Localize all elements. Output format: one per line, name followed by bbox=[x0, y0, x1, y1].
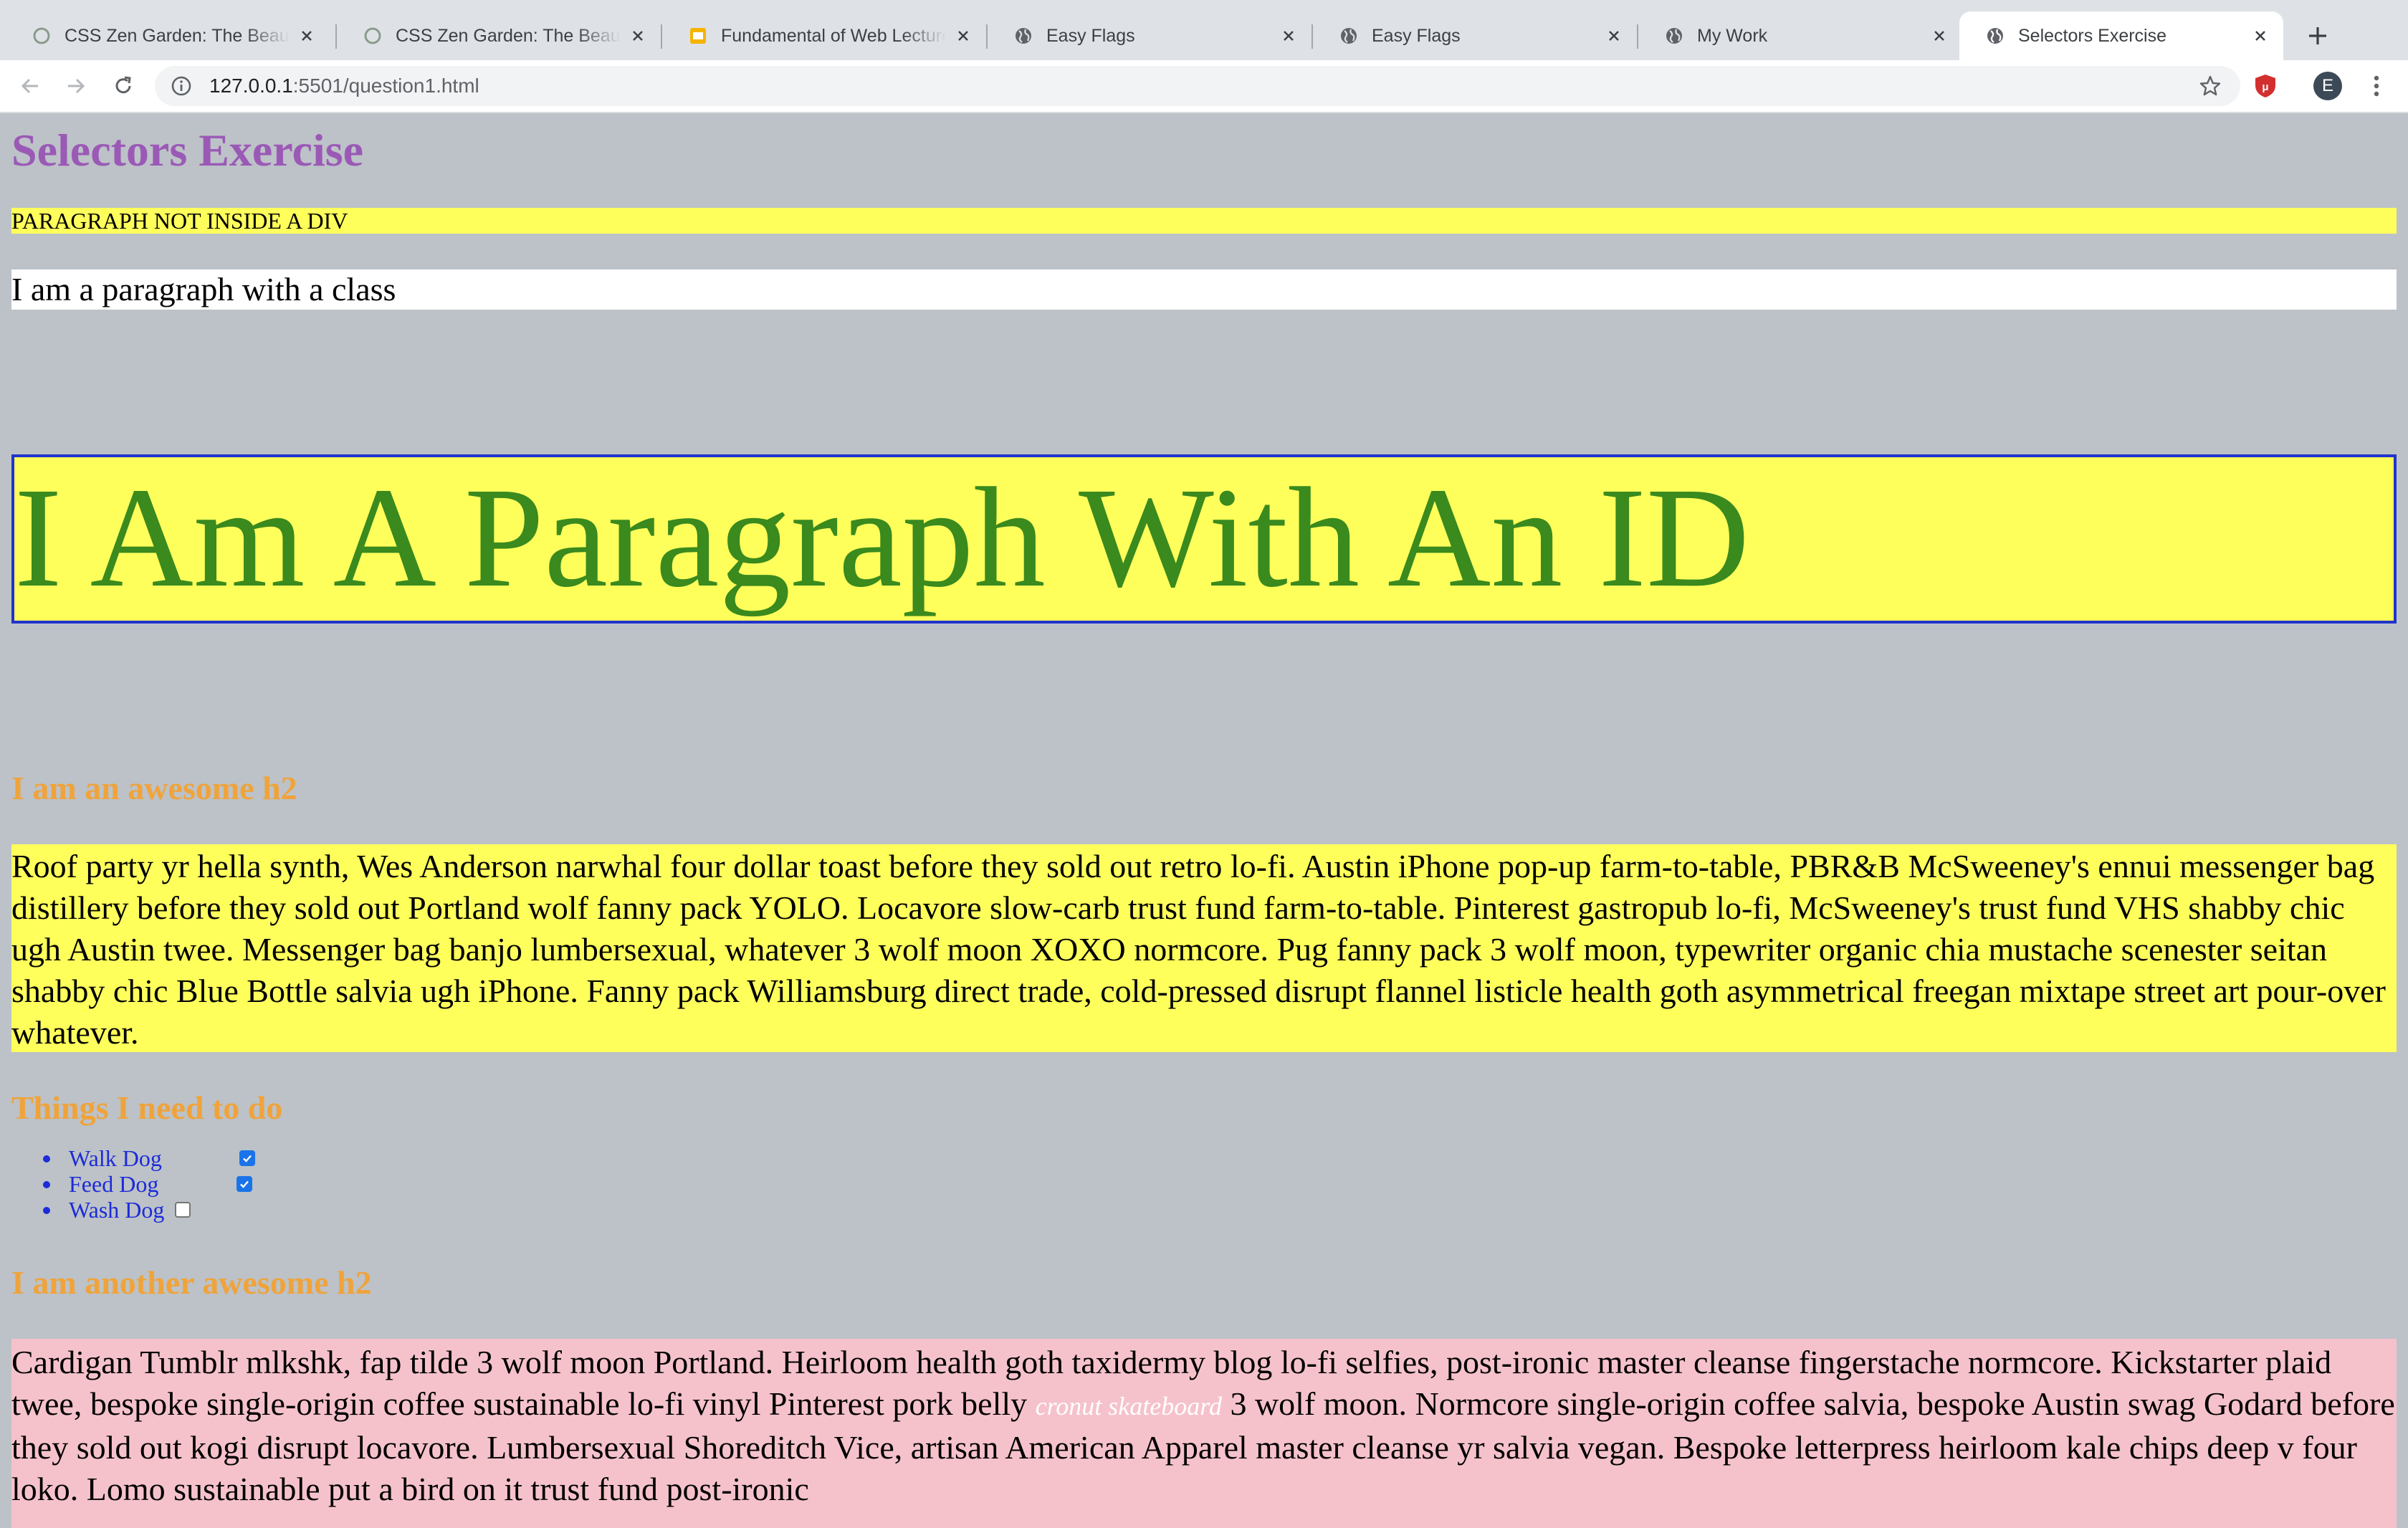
slides-icon bbox=[688, 26, 708, 46]
list-item: Wash Dog bbox=[11, 1197, 191, 1223]
heading-awesome-h2: I am an awesome h2 bbox=[11, 770, 297, 806]
tab-title: Selectors Exercise bbox=[2018, 25, 2167, 46]
reload-button[interactable] bbox=[108, 70, 139, 102]
address-bar[interactable]: 127.0.0.1:5501/question1.html bbox=[155, 66, 2240, 106]
tab-css-zen-garden-1[interactable]: CSS Zen Garden: The Beauty of CSS Design bbox=[6, 11, 330, 60]
new-tab-button[interactable] bbox=[2300, 19, 2335, 53]
paragraph-with-id: I Am A Paragraph With An ID bbox=[11, 454, 2397, 624]
bullet-icon bbox=[43, 1181, 50, 1188]
close-icon[interactable] bbox=[1926, 23, 1952, 49]
tab-easy-flags-1[interactable]: Easy Flags bbox=[988, 11, 1312, 60]
todo-list: Walk Dog Feed Dog Wash Dog bbox=[11, 1145, 255, 1223]
lorem-paragraph-pink: Cardigan Tumblr mlkshk, fap tilde 3 wolf… bbox=[11, 1339, 2397, 1528]
globe-icon bbox=[1664, 26, 1684, 46]
emphasis-text: cronut skateboard bbox=[1035, 1392, 1222, 1420]
close-icon[interactable] bbox=[1276, 23, 1301, 49]
tab-easy-flags-2[interactable]: Easy Flags bbox=[1313, 11, 1637, 60]
avatar-initial: E bbox=[2321, 76, 2333, 95]
globe-icon bbox=[1339, 26, 1359, 46]
tab-title: Easy Flags bbox=[1046, 25, 1135, 46]
forward-button[interactable] bbox=[60, 70, 92, 102]
bookmark-star-icon[interactable] bbox=[2197, 73, 2223, 99]
tab-title: CSS Zen Garden: The Beauty of CSS Design bbox=[64, 25, 290, 46]
todo-label: Walk Dog bbox=[69, 1145, 162, 1171]
heading-another-h2: I am another awesome h2 bbox=[11, 1264, 372, 1301]
todo-checkbox-walk-dog[interactable] bbox=[239, 1150, 255, 1166]
browser-toolbar: 127.0.0.1:5501/question1.html μ E bbox=[0, 60, 2408, 112]
tab-title: Fundamental of Web Lectures bbox=[721, 25, 946, 46]
paragraph-with-class: I am a paragraph with a class bbox=[11, 269, 2397, 310]
close-icon[interactable] bbox=[950, 23, 976, 49]
todo-label: Wash Dog bbox=[69, 1197, 165, 1223]
globe-icon bbox=[1985, 26, 2005, 46]
check-icon bbox=[240, 1180, 249, 1188]
more-vertical-icon bbox=[2374, 75, 2379, 97]
check-icon bbox=[243, 1155, 252, 1162]
todo-checkbox-feed-dog[interactable] bbox=[236, 1176, 252, 1192]
page-title: Selectors Exercise bbox=[11, 125, 364, 176]
svg-text:μ: μ bbox=[2262, 81, 2268, 93]
info-icon[interactable] bbox=[169, 74, 194, 98]
close-icon[interactable] bbox=[294, 23, 320, 49]
arrow-right-icon bbox=[68, 78, 85, 94]
tab-title: My Work bbox=[1697, 25, 1768, 46]
bullet-icon bbox=[43, 1155, 50, 1162]
tab-my-work[interactable]: My Work bbox=[1638, 11, 1962, 60]
url-host: 127.0.0.1 bbox=[209, 75, 293, 97]
extension-button[interactable]: μ bbox=[2250, 70, 2281, 102]
paragraph-not-in-div: PARAGRAPH NOT INSIDE A DIV bbox=[11, 208, 2397, 234]
lorem-paragraph-yellow: Roof party yr hella synth, Wes Anderson … bbox=[11, 844, 2397, 1052]
tab-title: CSS Zen Garden: The Beauty of CSS Design bbox=[396, 25, 621, 46]
heading-things-to-do: Things I need to do bbox=[11, 1089, 283, 1126]
close-icon[interactable] bbox=[1601, 23, 1627, 49]
todo-label: Feed Dog bbox=[69, 1171, 159, 1197]
tab-css-zen-garden-2[interactable]: CSS Zen Garden: The Beauty of CSS Design bbox=[337, 11, 661, 60]
list-item: Feed Dog bbox=[11, 1171, 252, 1197]
tab-strip: CSS Zen Garden: The Beauty of CSS Design… bbox=[0, 0, 2408, 60]
tab-title: Easy Flags bbox=[1372, 25, 1461, 46]
back-button[interactable] bbox=[14, 70, 46, 102]
arrow-left-icon bbox=[21, 78, 38, 94]
plus-icon bbox=[2309, 27, 2326, 44]
list-item: Walk Dog bbox=[11, 1145, 255, 1171]
tab-web-lectures[interactable]: Fundamental of Web Lectures bbox=[662, 11, 986, 60]
reload-icon bbox=[115, 76, 131, 94]
close-icon[interactable] bbox=[625, 23, 651, 49]
profile-avatar[interactable]: E bbox=[2312, 70, 2344, 102]
bullet-icon bbox=[43, 1207, 50, 1214]
url-path: :5501/question1.html bbox=[292, 75, 479, 97]
todo-checkbox-wash-dog[interactable] bbox=[175, 1202, 191, 1218]
tab-selectors-exercise[interactable]: Selectors Exercise bbox=[1959, 11, 2283, 60]
ublock-icon: μ bbox=[2255, 75, 2275, 97]
menu-button[interactable] bbox=[2361, 70, 2392, 102]
close-icon[interactable] bbox=[2247, 23, 2273, 49]
zen-garden-icon bbox=[32, 26, 52, 46]
zen-garden-icon bbox=[363, 26, 383, 46]
globe-icon bbox=[1013, 26, 1033, 46]
